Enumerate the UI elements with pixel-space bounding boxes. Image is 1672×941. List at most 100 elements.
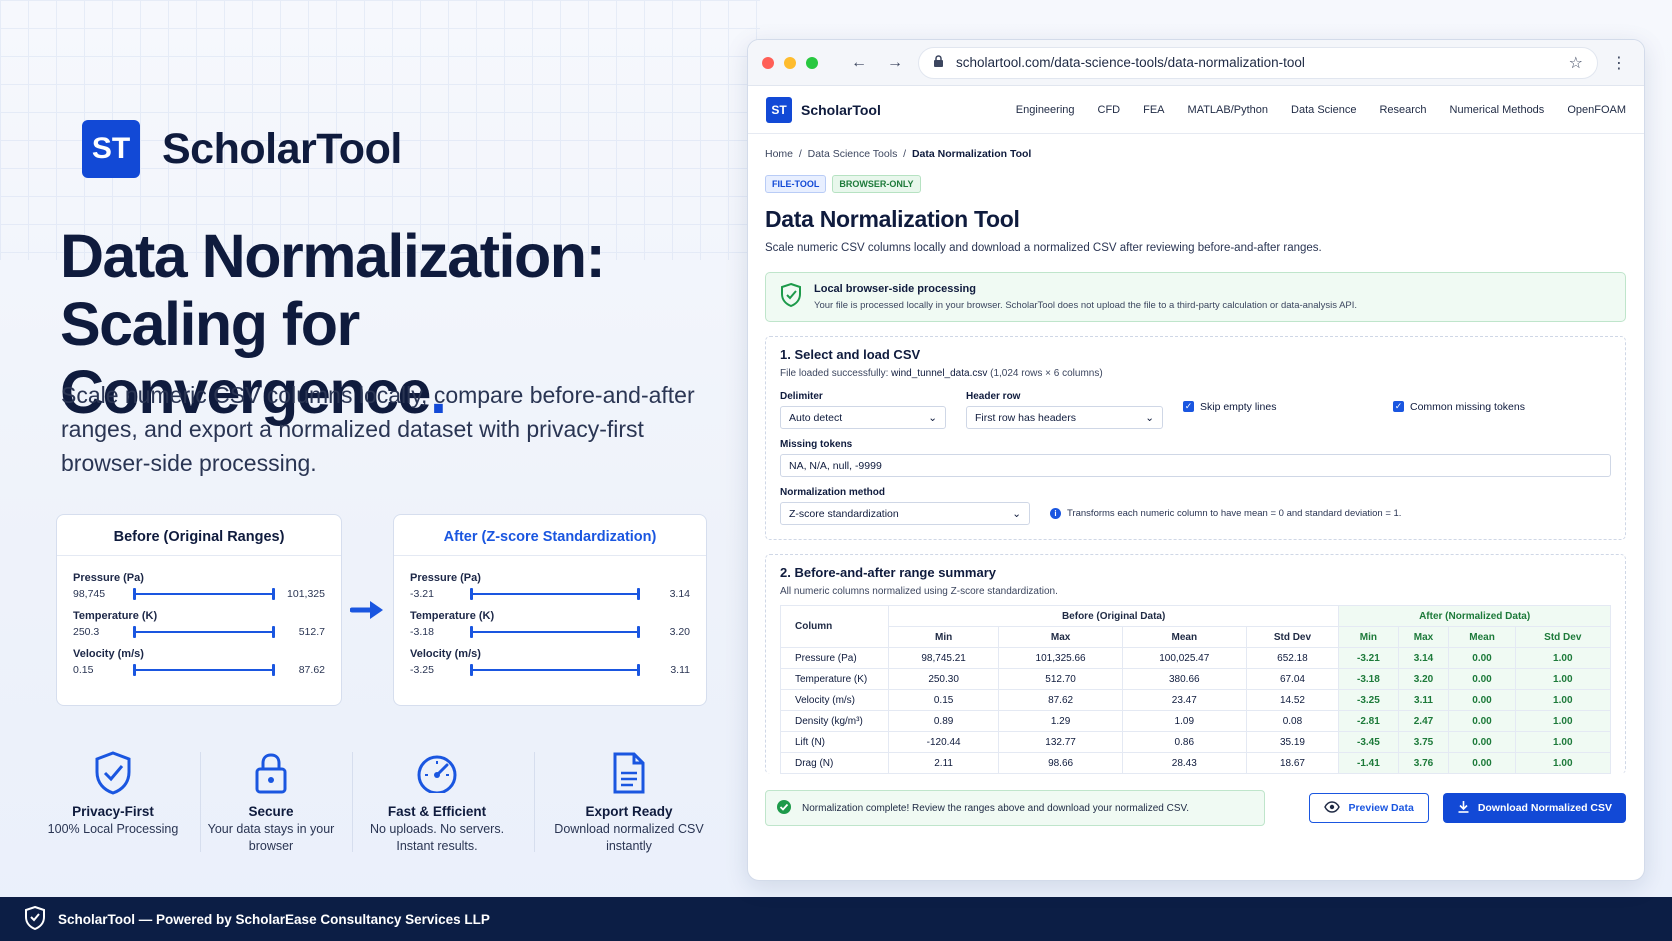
file-status-prefix: File loaded successfully: [780,368,892,379]
stat-header: Std Dev [1514,626,1612,648]
feature-privacy: Privacy-First 100% Local Processing [33,748,193,838]
back-arrow-icon[interactable]: ← [846,54,872,72]
range-bar [470,588,640,600]
header-row-select[interactable]: First row has headers ⌄ [966,406,1163,429]
after-value: -3.18 [1338,668,1399,690]
nav-item[interactable]: OpenFOAM [1567,104,1626,116]
feature-divider [534,752,535,852]
delimiter-select[interactable]: Auto detect ⌄ [780,406,946,429]
method-info-text: Transforms each numeric column to have m… [1067,508,1402,519]
field-label: Normalization method [780,487,886,498]
shield-check-icon [780,282,802,313]
skip-empty-checkbox[interactable]: ✓ Skip empty lines [1183,395,1373,418]
subtitle: Scale numeric CSV columns locally, compa… [61,382,695,476]
browser-menu-icon[interactable]: ⋮ [1608,53,1630,73]
browser-window: ← → scholartool.com/data-science-tools/d… [747,39,1645,881]
table-row: Density (kg/m³) 0.89 1.29 1.09 0.08 -2.81 2.47… [780,710,1612,732]
file-status: File loaded successfully: wind_tunnel_da… [780,368,1611,379]
padlock-icon [933,54,944,71]
stat-header: Mean [1448,626,1516,648]
preview-data-button[interactable]: Preview Data [1309,793,1429,823]
method-select[interactable]: Z-score standardization ⌄ [780,502,1030,525]
before-value: 100,025.47 [1121,647,1247,669]
info-icon: i [1050,508,1061,519]
after-value: 3.76 [1397,752,1450,774]
range-bar [470,626,640,638]
select-value: First row has headers [975,411,1076,424]
before-value: 512.70 [998,668,1123,690]
nav-item[interactable]: FEA [1143,104,1164,116]
feature-title: Export Ready [585,804,673,819]
section-subtitle: All numeric columns normalized using Z-s… [780,586,1058,597]
complete-message-text: Normalization complete! Review the range… [802,802,1190,814]
missing-tokens-checkbox[interactable]: ✓ Common missing tokens [1393,395,1525,418]
download-icon [1457,800,1470,816]
forward-arrow-icon[interactable]: → [882,54,908,72]
close-window-button[interactable] [762,56,774,69]
bookmark-star-icon[interactable]: ☆ [1569,53,1583,73]
badge-file-tool: FILE-TOOL [765,175,827,193]
nav-item[interactable]: Engineering [1016,104,1075,116]
select-value: Z-score standardization [789,507,899,520]
row-name: Drag (N) [780,752,889,774]
nav-item[interactable]: Numerical Methods [1450,104,1545,116]
after-value: 1.00 [1514,731,1612,753]
range-bar [470,664,640,676]
checkbox-label: Skip empty lines [1200,400,1277,413]
table-row: Lift (N) -120.44 132.77 0.86 35.19 -3.45 3.75 0… [780,731,1612,753]
after-value: -3.21 [1338,647,1399,669]
before-value: 28.43 [1121,752,1247,774]
range-label: Velocity (m/s) [73,648,144,660]
feature-desc: No uploads. No servers. Instant results. [369,822,505,853]
page-title: Data Normalization Tool [765,206,1020,232]
privacy-notice: Local browser-side processing Your file … [765,272,1626,322]
breadcrumb-home[interactable]: Home [765,148,793,160]
range-max: 3.11 [670,664,690,676]
page-content: Home / Data Science Tools / Data Normali… [748,148,1644,826]
download-csv-button[interactable]: Download Normalized CSV [1442,793,1626,823]
field-label: Missing tokens [780,439,853,450]
feature-desc: 100% Local Processing [47,822,179,836]
range-bar [133,626,275,638]
brand-logo: ST [82,120,140,178]
range-row: 98,745 101,325 [73,584,325,604]
minimize-window-button[interactable] [784,56,796,69]
site-name[interactable]: ScholarTool [801,102,881,118]
row-name: Pressure (Pa) [780,647,889,669]
nav-item[interactable]: Research [1379,104,1426,116]
nav-item[interactable]: Data Science [1291,104,1356,116]
section-summary: 2. Before-and-after range summary All nu… [765,554,1626,774]
before-value: 652.18 [1245,647,1340,669]
lock-icon [191,748,351,798]
missing-tokens-input[interactable]: NA, N/A, null, -9999 [780,454,1611,477]
action-bar: Normalization complete! Review the range… [765,790,1626,826]
field-label: Delimiter [780,391,823,402]
checkbox-checked-icon: ✓ [1183,401,1194,412]
nav-item[interactable]: CFD [1098,104,1121,116]
notice-text: Your file is processed locally in your b… [814,300,1358,311]
maximize-window-button[interactable] [806,56,818,69]
check-circle-icon [776,799,792,818]
complete-message: Normalization complete! Review the range… [765,790,1265,826]
breadcrumb-parent[interactable]: Data Science Tools [808,148,898,160]
range-label: Velocity (m/s) [410,648,481,660]
breadcrumb-current: Data Normalization Tool [911,148,1032,160]
after-value: 1.00 [1514,689,1612,711]
range-row: -3.18 3.20 [410,622,690,642]
notice-title: Local browser-side processing [814,283,976,295]
site-logo[interactable]: ST [766,96,792,123]
brand-header: ST ScholarTool [82,120,402,178]
method-field: Normalization method Z-score standardiza… [780,487,1030,525]
feature-title: Fast & Efficient [387,804,487,819]
shield-check-icon [33,748,193,798]
feature-fast: Fast & Efficient No uploads. No servers.… [357,748,517,855]
after-value: 2.47 [1397,710,1450,732]
address-bar[interactable]: scholartool.com/data-science-tools/data-… [918,46,1598,79]
before-card-rows: Pressure (Pa) 98,745 101,325 Temperature… [57,556,341,680]
nav-item[interactable]: MATLAB/Python [1188,104,1269,116]
section-load-csv: 1. Select and load CSV File loaded succe… [765,336,1626,540]
speedometer-icon [357,748,517,798]
button-label: Download Normalized CSV [1477,802,1612,814]
after-value: -2.81 [1338,710,1399,732]
range-min: 250.3 [73,626,100,638]
